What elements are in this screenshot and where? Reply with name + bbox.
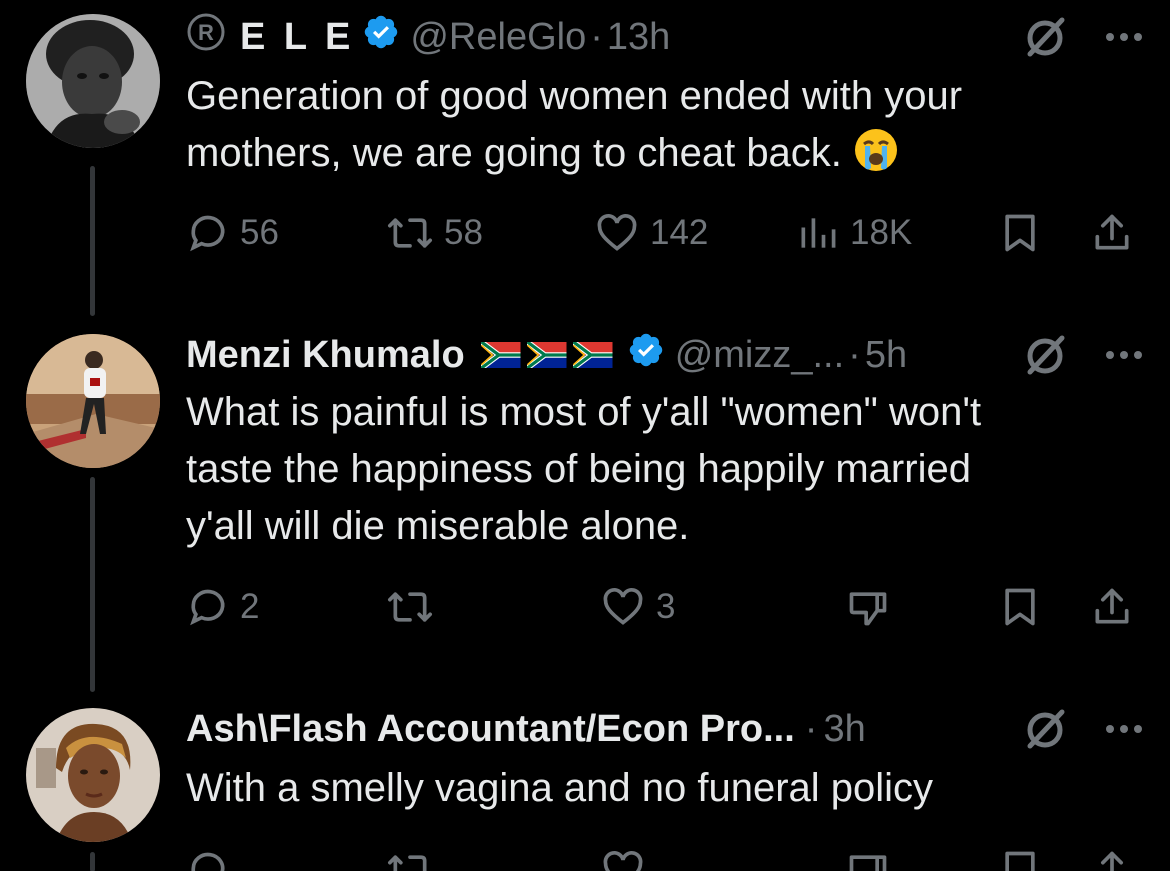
reply-icon [190, 215, 225, 252]
like-button[interactable]: 142 [594, 208, 708, 258]
timestamp[interactable]: 3h [823, 708, 865, 751]
tweet[interactable]: Ash\Flash Accountant/Econ Pro... · 3h Wi… [0, 690, 1170, 871]
tweet-header: Ash\Flash Accountant/Econ Pro... · 3h [186, 704, 866, 754]
bookmark-button[interactable] [998, 848, 1042, 871]
tweet-top-icons [1022, 332, 1144, 383]
tweet-top-icons [1022, 706, 1144, 757]
tweet-header: Menzi Khumalo @mizz_... · 5h [186, 330, 907, 380]
like-count: 3 [656, 587, 676, 626]
like-button[interactable]: 3 [600, 582, 675, 632]
author-name[interactable]: Ash\Flash Accountant/Econ Pro... [186, 708, 795, 751]
views-button[interactable]: 18K [796, 208, 912, 258]
avatar[interactable] [26, 14, 160, 148]
more-options-icon[interactable] [1104, 30, 1144, 49]
share-icon [1101, 851, 1123, 871]
avatar[interactable] [26, 334, 160, 468]
timestamp[interactable]: 13h [607, 16, 670, 59]
tweet-header: R E L E @ReleGlo · 13h [186, 12, 670, 62]
share-button[interactable] [1090, 208, 1134, 258]
author-handle[interactable]: @ReleGlo [410, 16, 586, 59]
analytics-icon [801, 218, 836, 248]
thumbs-down-icon [849, 592, 887, 626]
tweet-text-line: Generation of good women ended with your [186, 74, 963, 118]
downvote-button[interactable] [846, 848, 890, 871]
reply-count: 2 [240, 587, 260, 626]
tweet[interactable]: Menzi Khumalo @mizz_... · 5h What is pai… [0, 320, 1170, 670]
more-options-icon[interactable] [1104, 348, 1144, 367]
grok-icon[interactable] [1022, 14, 1068, 65]
repost-button[interactable] [386, 582, 444, 632]
share-icon [1095, 588, 1129, 624]
bookmark-icon [1005, 214, 1035, 252]
heart-icon [603, 588, 643, 625]
tweet-text-line: y'all will die miserable alone. [186, 504, 690, 548]
separator-dot: · [590, 15, 603, 58]
reply-icon [190, 589, 225, 626]
share-button[interactable] [1090, 848, 1134, 871]
repost-icon [388, 218, 432, 248]
repost-button[interactable]: 58 [386, 208, 483, 258]
grok-icon[interactable] [1022, 332, 1068, 383]
more-options-icon[interactable] [1104, 722, 1144, 741]
reply-icon [191, 852, 225, 871]
south-africa-flag-icon [475, 342, 613, 368]
share-icon [1095, 214, 1129, 250]
bookmark-button[interactable] [998, 582, 1042, 632]
tweet-text: What is painful is most of y'all "women"… [186, 384, 1106, 555]
like-button[interactable] [600, 848, 646, 871]
author-name[interactable]: Menzi Khumalo [186, 334, 465, 377]
tweet-text-line: mothers, we are going to cheat back. [186, 125, 1106, 182]
registered-icon: R [186, 12, 226, 62]
share-button[interactable] [1090, 582, 1134, 632]
separator-dot: · [848, 333, 861, 376]
avatar[interactable] [26, 708, 160, 842]
author-handle[interactable]: @mizz_... [675, 334, 844, 377]
tweet-actions [186, 848, 1136, 871]
repost-icon [388, 592, 432, 622]
reply-count: 56 [240, 213, 279, 252]
reply-button[interactable] [186, 848, 230, 871]
grok-icon[interactable] [1022, 706, 1068, 757]
separator-dot: · [804, 707, 818, 750]
tweet-actions: 2 3 [186, 582, 1136, 632]
timestamp[interactable]: 5h [865, 334, 907, 377]
repost-button[interactable] [386, 848, 434, 871]
bookmark-button[interactable] [998, 208, 1042, 258]
tweet-text: With a smelly vagina and no funeral poli… [186, 760, 1106, 817]
tweet-text-line: What is painful is most of y'all "women"… [186, 390, 982, 434]
heart-icon [603, 851, 643, 871]
tweet-actions: 56 58 142 18K [186, 208, 1136, 258]
svg-text:R: R [198, 20, 214, 45]
heart-icon [597, 214, 637, 251]
repost-icon [388, 855, 427, 871]
tweet[interactable]: R E L E @ReleGlo · 13h Generation of goo… [0, 0, 1170, 300]
author-name[interactable]: E L E [240, 16, 354, 59]
verified-badge-icon [627, 331, 665, 379]
loudly-crying-face-icon [852, 126, 900, 174]
tweet-top-icons [1022, 14, 1144, 65]
tweet-text-line: With a smelly vagina and no funeral poli… [186, 766, 934, 810]
bookmark-icon [1005, 851, 1035, 871]
tweet-text: Generation of good women ended with your… [186, 68, 1106, 182]
reply-button[interactable]: 2 [186, 582, 259, 632]
reply-button[interactable]: 56 [186, 208, 279, 258]
downvote-button[interactable] [846, 582, 890, 632]
verified-badge-icon [362, 13, 400, 61]
bookmark-icon [1005, 588, 1035, 626]
thumbs-down-icon [849, 855, 887, 871]
like-count: 142 [650, 213, 709, 252]
view-count: 18K [850, 213, 913, 252]
repost-count: 58 [444, 213, 483, 252]
tweet-text-line: taste the happiness of being happily mar… [186, 447, 971, 491]
conversation-thread: R E L E @ReleGlo · 13h Generation of goo… [0, 0, 1170, 871]
